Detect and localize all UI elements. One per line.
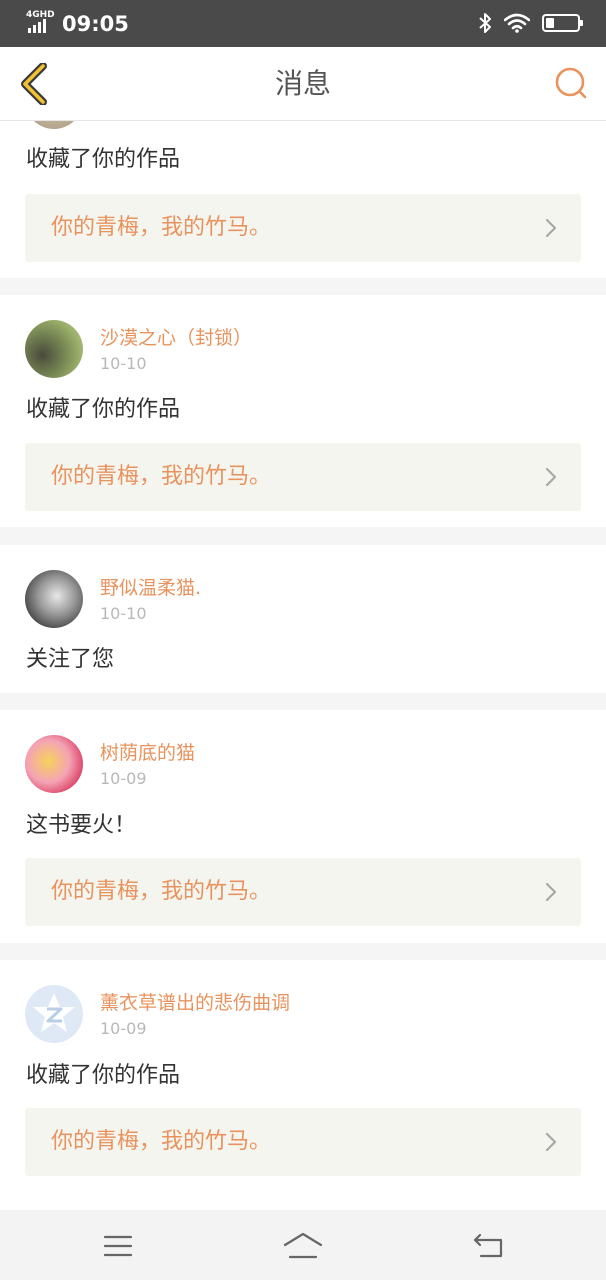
system-nav-bar <box>0 1210 606 1280</box>
avatar[interactable] <box>25 570 83 628</box>
home-icon <box>283 1232 323 1259</box>
work-title: 你的青梅，我的竹马。 <box>51 464 272 489</box>
header-bar: 消息 <box>0 47 606 121</box>
work-title: 你的青梅，我的竹马。 <box>51 1129 272 1154</box>
bluetooth-icon <box>479 13 491 33</box>
chevron-right-icon <box>545 1132 557 1152</box>
chevron-right-icon <box>545 218 557 238</box>
search-button[interactable] <box>550 61 594 107</box>
message-action: 这书要火！ <box>26 813 137 838</box>
status-bar: 4GHD 09:05 <box>0 0 606 47</box>
user-name[interactable]: 树荫底的猫 <box>100 741 195 765</box>
user-name[interactable]: 沙漠之心（封锁） <box>100 326 252 350</box>
back-nav-button[interactable] <box>466 1228 510 1264</box>
message-card: 野似温柔猫. 10-10 关注了您 <box>0 545 606 693</box>
page-title: 消息 <box>274 67 331 100</box>
qq-default-avatar-icon[interactable] <box>25 985 83 1043</box>
work-link[interactable]: 你的青梅，我的竹马。 <box>25 1108 581 1176</box>
avatar[interactable] <box>25 320 83 378</box>
message-action: 收藏了你的作品 <box>26 147 181 172</box>
message-date: 10-09 <box>100 1019 147 1038</box>
avatar[interactable] <box>25 735 83 793</box>
work-title: 你的青梅，我的竹马。 <box>51 879 272 904</box>
search-icon <box>555 67 587 99</box>
user-name[interactable]: 薰衣草谱出的悲伤曲调 <box>100 991 290 1015</box>
status-time: 09:05 <box>62 12 129 36</box>
back-icon <box>473 1233 503 1258</box>
message-action: 收藏了你的作品 <box>26 397 181 422</box>
chevron-right-icon <box>545 467 557 487</box>
message-date: 10-10 <box>100 354 147 373</box>
signal-icon: 4GHD <box>26 10 56 34</box>
battery-icon <box>542 14 583 32</box>
avatar[interactable] <box>25 121 83 129</box>
user-name[interactable]: 野似温柔猫. <box>100 576 201 600</box>
message-date: 10-09 <box>100 769 147 788</box>
menu-button[interactable] <box>96 1228 140 1264</box>
wifi-icon <box>504 13 530 33</box>
work-link[interactable]: 你的青梅，我的竹马。 <box>25 443 581 511</box>
chevron-right-icon <box>545 882 557 902</box>
message-card: 树荫底的猫 10-09 这书要火！ 你的青梅，我的竹马。 <box>0 710 606 943</box>
work-title: 你的青梅，我的竹马。 <box>51 215 272 240</box>
work-link[interactable]: 你的青梅，我的竹马。 <box>25 858 581 926</box>
message-card: 收藏了你的作品 你的青梅，我的竹马。 <box>0 121 606 278</box>
message-list[interactable]: 收藏了你的作品 你的青梅，我的竹马。 沙漠之心（封锁） 10-10 收藏了你的作… <box>0 121 606 1210</box>
message-action: 关注了您 <box>26 647 115 672</box>
message-date: 10-10 <box>100 604 147 623</box>
work-link[interactable]: 你的青梅，我的竹马。 <box>25 194 581 262</box>
message-card: 薰衣草谱出的悲伤曲调 10-09 收藏了你的作品 你的青梅，我的竹马。 <box>0 960 606 1210</box>
message-card: 沙漠之心（封锁） 10-10 收藏了你的作品 你的青梅，我的竹马。 <box>0 295 606 527</box>
menu-icon <box>103 1235 133 1257</box>
message-action: 收藏了你的作品 <box>26 1063 181 1088</box>
home-button[interactable] <box>281 1228 325 1264</box>
